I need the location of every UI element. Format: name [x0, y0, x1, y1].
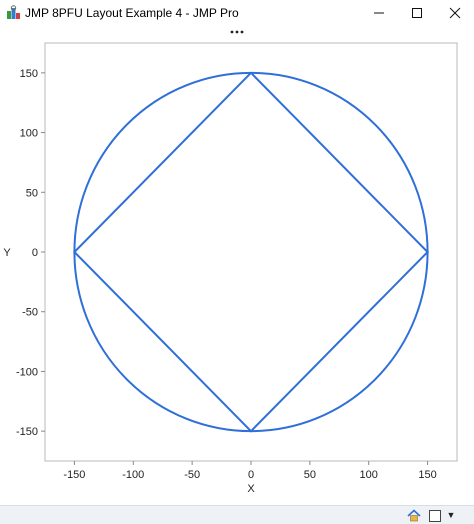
maximize-button[interactable] — [398, 0, 436, 26]
more-options-icon[interactable] — [229, 28, 245, 36]
y-tick-label: 50 — [26, 187, 38, 199]
x-tick-label: -150 — [63, 469, 85, 481]
minimize-icon — [374, 12, 384, 14]
x-tick-label: 100 — [360, 469, 378, 481]
close-icon — [449, 7, 461, 19]
y-tick-label: 0 — [32, 247, 38, 259]
x-tick-label: 50 — [304, 469, 316, 481]
y-tick-label: -150 — [16, 426, 38, 438]
home-icon — [407, 509, 421, 522]
x-tick-label: -50 — [184, 469, 200, 481]
maximize-icon — [412, 8, 422, 18]
plot-area[interactable]: -150 -100 -50 0 50 100 150 -150 -100 -50 0 50 100 15… — [0, 38, 474, 505]
y-axis-title: Y — [3, 247, 11, 259]
x-axis-title: X — [247, 483, 255, 495]
window-title: JMP 8PFU Layout Example 4 - JMP Pro — [25, 6, 239, 20]
status-bar: ▼ — [0, 505, 474, 524]
y-tick-label: -100 — [16, 366, 38, 378]
y-tick-label: -50 — [22, 307, 38, 319]
x-tick-label: 150 — [418, 469, 436, 481]
square-icon[interactable] — [429, 510, 441, 522]
home-button[interactable] — [405, 508, 423, 523]
x-tick-label: -100 — [122, 469, 144, 481]
close-button[interactable] — [436, 0, 474, 26]
y-tick-label: 100 — [20, 128, 38, 140]
chevron-down-icon[interactable]: ▼ — [444, 508, 458, 522]
jmp-app-icon[interactable] — [6, 5, 21, 20]
minimize-button[interactable] — [360, 0, 398, 26]
title-bar: JMP 8PFU Layout Example 4 - JMP Pro — [0, 0, 474, 26]
plot-frame — [44, 42, 458, 462]
x-tick-label: 0 — [248, 469, 254, 481]
y-axis: -150 -100 -50 0 50 100 150 — [16, 68, 45, 438]
y-tick-label: 150 — [20, 68, 38, 80]
x-axis: -150 -100 -50 0 50 100 150 — [63, 461, 437, 481]
